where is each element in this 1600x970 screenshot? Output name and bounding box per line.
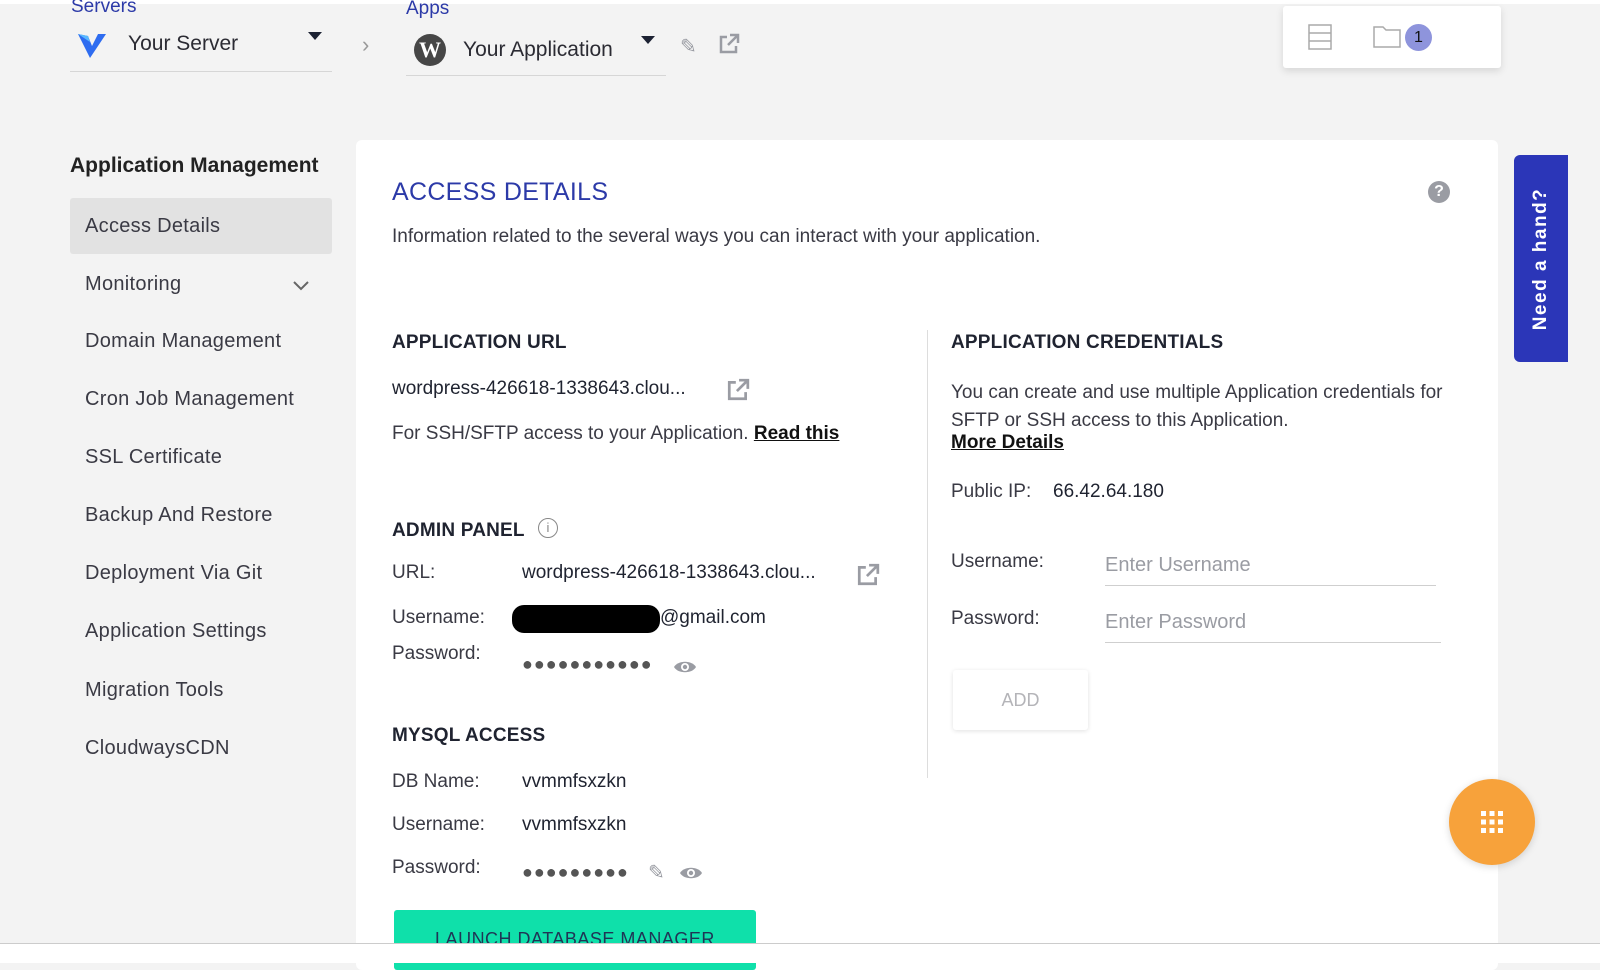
apps-grid-button[interactable] — [1449, 779, 1535, 865]
db-username-label: Username: — [392, 814, 485, 835]
sidebar-item-backup-and-restore[interactable]: Backup And Restore — [70, 487, 332, 543]
column-divider — [927, 330, 928, 778]
app-name: Your Application — [463, 38, 613, 61]
sidebar-item-cloudwayscdn[interactable]: CloudwaysCDN — [70, 720, 332, 776]
credentials-description: You can create and use multiple Applicat… — [951, 382, 1443, 431]
external-link-icon[interactable] — [726, 378, 750, 402]
sidebar-item-label: Backup And Restore — [85, 503, 273, 526]
servers-label: Servers — [71, 0, 137, 17]
notification-badge: 1 — [1405, 24, 1432, 51]
db-password-label: Password: — [392, 857, 481, 878]
application-url[interactable]: wordpress-426618-1338643.clou... — [392, 378, 686, 400]
external-link-icon[interactable] — [856, 563, 880, 587]
sidebar-item-label: SSL Certificate — [85, 445, 223, 468]
sidebar-item-label: Application Settings — [85, 619, 267, 642]
external-link-icon[interactable] — [718, 33, 740, 55]
chevron-down-icon — [293, 281, 309, 291]
sidebar-item-label: Domain Management — [85, 329, 282, 352]
app-select[interactable]: W Your Application — [406, 26, 666, 76]
redacted-username — [512, 605, 660, 633]
db-password: ●●●●●●●●● — [522, 862, 629, 882]
server-select[interactable]: Your Server — [70, 22, 332, 72]
sidebar-item-cron-job-management[interactable]: Cron Job Management — [70, 371, 332, 427]
apps-label: Apps — [406, 0, 450, 19]
sidebar-title: Application Management — [70, 154, 319, 177]
server-list-icon[interactable] — [1308, 24, 1332, 50]
admin-password-label: Password: — [392, 643, 481, 664]
sidebar-item-application-settings[interactable]: Application Settings — [70, 603, 332, 659]
info-icon[interactable]: i — [538, 518, 558, 538]
bottom-edge — [0, 943, 1600, 963]
sidebar-item-label: Migration Tools — [85, 678, 224, 701]
application-credentials-heading: APPLICATION CREDENTIALS — [951, 332, 1224, 353]
sidebar-item-label: Monitoring — [85, 272, 182, 295]
username-input[interactable]: Enter Username — [1105, 554, 1436, 586]
top-tray: 1 — [1283, 6, 1501, 68]
chevron-right-icon: › — [362, 32, 370, 57]
cred-password-label: Password: — [951, 608, 1040, 629]
read-this-link[interactable]: Read this — [754, 423, 840, 444]
db-name: vvmmfsxzkn — [522, 771, 627, 792]
ssh-access-text: For SSH/SFTP access to your Application. — [392, 423, 749, 444]
eye-icon[interactable] — [679, 864, 703, 882]
folder-icon[interactable] — [1373, 24, 1401, 48]
db-name-label: DB Name: — [392, 771, 480, 792]
admin-password: ●●●●●●●●●●● — [522, 654, 653, 674]
cred-username-label: Username: — [951, 551, 1044, 572]
cloudways-logo-icon — [78, 34, 106, 58]
wordpress-logo-icon: W — [414, 34, 446, 66]
caret-down-icon — [308, 32, 322, 40]
edit-pencil-icon[interactable]: ✎ — [680, 34, 697, 59]
grid-icon — [1481, 811, 1503, 833]
sidebar-item-monitoring[interactable]: Monitoring — [70, 256, 332, 312]
public-ip-label: Public IP: — [951, 481, 1032, 502]
sidebar-item-label: Deployment Via Git — [85, 561, 263, 584]
sidebar-item-domain-management[interactable]: Domain Management — [70, 313, 332, 369]
caret-down-icon — [641, 36, 655, 44]
sidebar-item-deployment-via-git[interactable]: Deployment Via Git — [70, 545, 332, 601]
admin-url-label: URL: — [392, 562, 436, 583]
sidebar-item-access-details[interactable]: Access Details — [70, 198, 332, 254]
sidebar-item-label: Access Details — [85, 214, 221, 237]
server-name: Your Server — [128, 32, 239, 55]
db-username: vvmmfsxzkn — [522, 814, 627, 835]
edit-pencil-icon[interactable]: ✎ — [648, 860, 665, 885]
need-a-hand-label: Need a hand? — [1530, 187, 1551, 330]
page-subtitle: Information related to the several ways … — [392, 226, 1041, 247]
sidebar-item-label: Cron Job Management — [85, 387, 295, 410]
sidebar-item-ssl-certificate[interactable]: SSL Certificate — [70, 429, 332, 485]
application-url-heading: APPLICATION URL — [392, 332, 567, 353]
eye-icon[interactable] — [673, 658, 697, 676]
help-question-icon[interactable]: ? — [1428, 181, 1450, 203]
admin-panel-heading: ADMIN PANEL — [392, 520, 525, 541]
public-ip: 66.42.64.180 — [1053, 481, 1164, 502]
password-input[interactable]: Enter Password — [1105, 611, 1441, 643]
need-a-hand-tab[interactable]: Need a hand? — [1514, 155, 1568, 362]
mysql-access-heading: MYSQL ACCESS — [392, 725, 546, 746]
more-details-link[interactable]: More Details — [951, 432, 1064, 454]
admin-url[interactable]: wordpress-426618-1338643.clou... — [522, 562, 816, 584]
top-edge — [0, 0, 1600, 4]
admin-username-label: Username: — [392, 607, 485, 628]
sidebar-item-migration-tools[interactable]: Migration Tools — [70, 662, 332, 718]
page-title: ACCESS DETAILS — [392, 178, 609, 206]
sidebar-item-label: CloudwaysCDN — [85, 736, 230, 759]
add-credential-button[interactable]: ADD — [953, 670, 1088, 730]
admin-username-suffix: @gmail.com — [660, 607, 766, 628]
